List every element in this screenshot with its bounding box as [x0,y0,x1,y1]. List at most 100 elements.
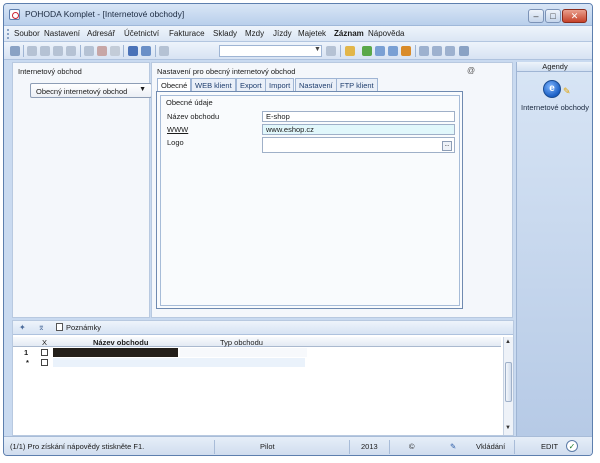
status-user: Pilot [260,442,275,451]
table-header: X Název obchodu Typ obchodu [13,337,501,347]
settings-title: Nastavení pro obecný internetový obchod [157,67,296,76]
status-bar: (1/1) Pro získání nápovědy stiskněte F1.… [4,436,592,455]
logo-browse-button[interactable]: ... [442,141,452,151]
www-input[interactable]: www.eshop.cz [262,124,455,135]
status-year[interactable]: 2013 [361,442,378,451]
table-row-new[interactable] [53,358,305,367]
tab-import[interactable]: Import [265,78,295,91]
column-store-name[interactable]: Název obchodu [93,338,148,347]
window-title: POHODA Komplet - [Internetové obchody] [25,9,185,19]
save-icon[interactable] [128,46,138,56]
title-bar: POHODA Komplet - [Internetové obchody] –… [4,4,592,26]
main-toolbar: ▼ [4,42,592,60]
internet-store-icon[interactable]: e [543,80,561,98]
store-name-input[interactable]: E-shop [262,111,455,122]
undo-icon[interactable] [97,46,107,56]
logo-field[interactable]: ... [262,137,455,153]
find-icon[interactable] [40,46,50,56]
menu-ucetnictvi[interactable]: Účetnictví [124,29,159,38]
save-as-icon[interactable] [141,46,151,56]
new-row-checkbox[interactable] [41,359,48,366]
agenda-icon[interactable] [362,46,372,56]
agenda-header: Agendy [517,62,592,72]
general-info-group: Obecné údaje Název obchodu E-shop WWW ww… [160,95,460,306]
tab-content: Obecné údaje Název obchodu E-shop WWW ww… [156,91,463,309]
menu-jizdy[interactable]: Jízdy [273,29,292,38]
delete-icon[interactable] [66,46,76,56]
table-row-selected-type[interactable] [180,348,307,357]
toolbar-separator [340,45,341,57]
store-label: Internetový obchod [18,67,82,76]
contacts-icon[interactable] [401,46,411,56]
menu-zaznam[interactable]: Záznam [334,29,364,38]
menu-nastaveni[interactable]: Nastavení [44,29,80,38]
new-record-icon[interactable] [53,46,63,56]
filter-icon[interactable] [326,46,336,56]
tab-web-klient[interactable]: WEB klient [191,78,236,91]
menu-majetek[interactable]: Majetek [298,29,326,38]
help-icon[interactable] [459,46,469,56]
table-scrollbar[interactable]: ▲ ▼ [503,337,513,435]
close-button[interactable]: ✕ [562,9,587,23]
window-icon[interactable] [419,46,429,56]
www-label[interactable]: WWW [167,125,188,134]
toolbar-separator [155,45,156,57]
menu-fakturace[interactable]: Fakturace [169,29,205,38]
scroll-thumb[interactable] [505,362,512,402]
help-marker-icon[interactable]: @ [467,66,475,75]
tab-nastaveni[interactable]: Nastavení [295,78,337,91]
app-window: POHODA Komplet - [Internetové obchody] –… [3,3,593,456]
notes-label: Poznámky [66,323,102,332]
folder-icon[interactable] [345,46,355,56]
store-select-panel: Internetový obchod Obecný internetový ob… [12,62,152,318]
menu-bar: Soubor Nastavení Adresář Účetnictví Fakt… [4,26,592,42]
store-type-select[interactable]: Obecný internetový obchod ▼ [30,83,152,98]
store-type-value: Obecný internetový obchod [36,87,128,96]
column-store-type[interactable]: Typ obchodu [220,338,263,347]
notes-icon [56,323,63,331]
minimize-button[interactable]: – [528,9,544,23]
row-checkbox[interactable] [41,349,48,356]
calendar-icon[interactable] [375,46,385,56]
tab-export[interactable]: Export [236,78,266,91]
table-icon[interactable] [388,46,398,56]
status-state: Vkládání [476,442,506,451]
menu-soubor[interactable]: Soubor [14,29,40,38]
panel-icon[interactable] [445,46,455,56]
notes-tab[interactable]: Poznámky [56,323,101,332]
menu-adresar[interactable]: Adresář [87,29,115,38]
pencil-icon: ✎ [563,86,571,96]
maximize-button[interactable]: □ [545,9,561,23]
table-toolbar: ✦ ⌆ Poznámky [13,321,513,335]
agenda-item-internet-stores[interactable]: Internetové obchody [521,103,589,112]
table-row-selected-name[interactable] [53,348,178,357]
arrow-icon[interactable] [110,46,120,56]
column-x[interactable]: X [42,338,47,347]
scroll-down-icon[interactable]: ▼ [505,425,511,431]
pen-icon: ✎ [450,442,457,451]
edit-icon[interactable] [84,46,94,56]
menu-mzdy[interactable]: Mzdy [245,29,264,38]
menu-sklady[interactable]: Sklady [213,29,237,38]
chevron-down-icon[interactable]: ▼ [314,46,321,53]
status-separator [514,440,515,454]
row-number: 1 [24,348,29,357]
copy-icon[interactable] [27,46,37,56]
print-icon[interactable] [10,46,20,56]
records-table-panel: ✦ ⌆ Poznámky X Název obchodu Typ obchodu… [12,320,514,436]
chevron-down-icon: ▼ [139,86,146,93]
menu-napoveda[interactable]: Nápověda [368,29,404,38]
store-name-label: Název obchodu [167,112,220,121]
status-separator [214,440,215,454]
menu-grip [7,29,9,39]
pin-icon[interactable]: ✦ [19,323,26,332]
attachment-icon[interactable] [159,46,169,56]
tab-ftp-klient[interactable]: FTP klient [336,78,378,91]
status-help-text: (1/1) Pro získání nápovědy stiskněte F1. [10,442,145,451]
layout-icon[interactable] [432,46,442,56]
scroll-top-icon[interactable]: ▲ [505,339,511,345]
tab-obecne[interactable]: Obecné [157,78,192,92]
filter-icon[interactable]: ⌆ [38,323,45,332]
quick-search-input[interactable] [219,45,322,57]
settings-panel: Nastavení pro obecný internetový obchod … [151,62,513,318]
